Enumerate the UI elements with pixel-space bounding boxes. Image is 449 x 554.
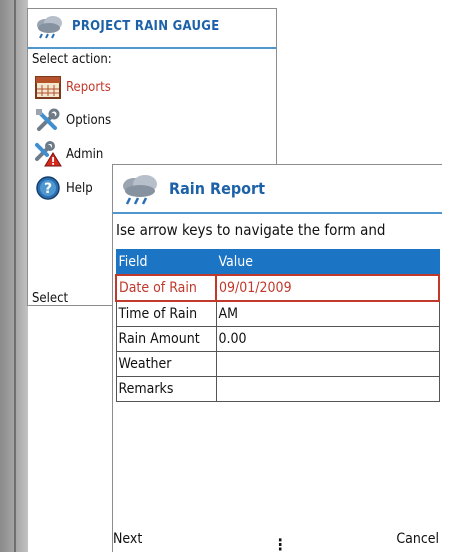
- menu-item-label: Reports: [66, 79, 111, 95]
- field-label: Rain Amount: [115, 326, 217, 352]
- menu-item-label: Admin: [66, 146, 104, 162]
- rain-report-form-table: Field Value Date of Rain 09/01/2009 Time…: [115, 249, 440, 402]
- menu-item-label: Help: [66, 180, 93, 196]
- calendar-icon: [35, 76, 61, 99]
- column-header-field: Field: [115, 249, 217, 276]
- background-strip-shadow: [14, 0, 16, 552]
- rain-cloud-icon: [37, 16, 62, 39]
- select-softkey[interactable]: Select: [32, 291, 68, 306]
- field-label: Time of Rain: [115, 300, 217, 327]
- rain-report-title: Rain Report: [169, 179, 266, 198]
- help-icon: ?: [36, 176, 60, 200]
- menu-item-options[interactable]: Options: [34, 106, 154, 134]
- next-softkey[interactable]: Next: [113, 531, 142, 547]
- options-menu-softkey[interactable]: ⋮: [273, 535, 287, 554]
- field-label: Remarks: [115, 376, 217, 402]
- field-value[interactable]: 0.00: [215, 326, 440, 352]
- cancel-softkey[interactable]: Cancel: [396, 531, 439, 547]
- table-row-date-of-rain[interactable]: Date of Rain 09/01/2009: [115, 274, 440, 302]
- tools-icon: [36, 108, 60, 131]
- rain-report-title-bar: Rain Report: [113, 165, 442, 214]
- rain-cloud-icon: [123, 175, 157, 205]
- field-value[interactable]: [215, 376, 440, 402]
- rain-report-window: Rain Report Ise arrow keys to navigate t…: [112, 164, 442, 554]
- svg-text:?: ?: [44, 181, 52, 197]
- field-label: Date of Rain: [115, 274, 217, 302]
- table-row-weather[interactable]: Weather: [115, 351, 440, 377]
- field-label: Weather: [115, 351, 217, 377]
- field-value[interactable]: AM: [215, 300, 440, 327]
- menu-item-label: Options: [66, 112, 112, 128]
- menu-window-title-bar: PROJECT RAIN GAUGE: [28, 9, 276, 49]
- menu-item-reports[interactable]: Reports: [34, 73, 154, 101]
- field-value[interactable]: 09/01/2009: [215, 274, 440, 302]
- column-header-value: Value: [215, 249, 440, 276]
- instruction-text: Ise arrow keys to navigate the form and: [116, 221, 386, 239]
- select-action-prompt: Select action:: [32, 52, 112, 67]
- table-row-rain-amount[interactable]: Rain Amount 0.00: [115, 326, 440, 352]
- table-header-row: Field Value: [115, 249, 440, 276]
- field-value[interactable]: [215, 351, 440, 377]
- menu-window-title: PROJECT RAIN GAUGE: [72, 19, 220, 34]
- admin-warning-icon: [35, 141, 62, 167]
- table-row-remarks[interactable]: Remarks: [115, 376, 440, 402]
- table-row-time-of-rain[interactable]: Time of Rain AM: [115, 300, 440, 327]
